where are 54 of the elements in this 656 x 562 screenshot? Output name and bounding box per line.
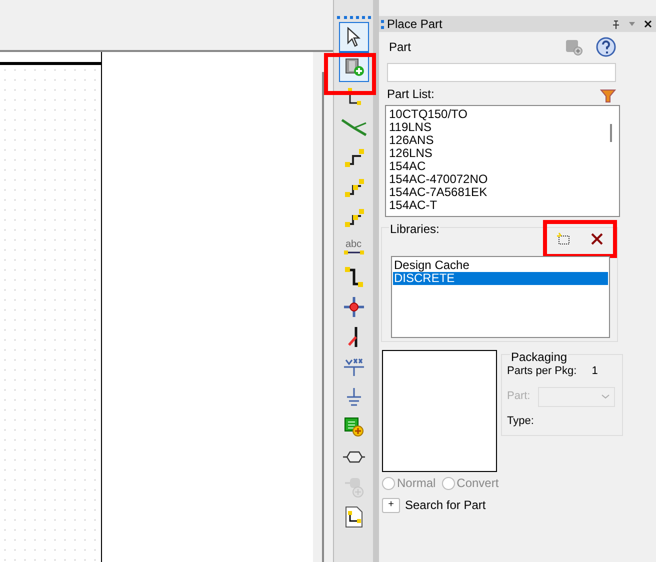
net-entry-icon <box>342 176 364 198</box>
parts-per-pkg-value: 1 <box>592 364 598 379</box>
parts-per-pkg-label: Parts per Pkg: <box>507 364 577 379</box>
new-library-icon[interactable] <box>556 232 570 246</box>
library-item[interactable]: DISCRETE <box>393 272 608 285</box>
scrollbar[interactable] <box>322 72 324 562</box>
scrollbar[interactable] <box>610 124 612 142</box>
net-entry-icon <box>342 146 364 168</box>
bus-icon <box>340 117 366 137</box>
library-list[interactable]: Design Cache DISCRETE <box>391 256 610 338</box>
part-item[interactable]: 154AC-T <box>389 199 603 212</box>
part-item[interactable]: 126ANS <box>389 134 603 147</box>
part-label: Part <box>389 39 412 56</box>
junction-icon <box>342 296 364 318</box>
chip-add-icon <box>342 57 364 77</box>
part-list[interactable]: 10CTQ150/TO 119LNS 126ANS 126LNS 154AC 154AC-470072NO 154AC-7A5681EK 154AC-T <box>385 105 620 217</box>
pin-icon[interactable] <box>612 20 620 28</box>
search-for-part-label: Search for Part <box>405 497 486 514</box>
ground-icon <box>346 387 362 407</box>
part-item[interactable]: 154AC-7A5681EK <box>389 186 603 199</box>
tool-button[interactable]: abc <box>338 232 368 262</box>
wire-icon <box>346 87 360 107</box>
part-search-field[interactable] <box>387 63 616 82</box>
block-add-icon <box>344 417 364 437</box>
tool-text: abc <box>345 240 362 250</box>
type-label: Type: <box>507 414 535 428</box>
no-connect-icon <box>346 326 360 348</box>
highlight-frame <box>324 53 376 95</box>
tool-button[interactable] <box>338 22 368 52</box>
pin-add-icon <box>344 476 364 498</box>
close-icon[interactable] <box>644 20 652 28</box>
help-icon[interactable] <box>596 37 616 57</box>
net-entry-icon <box>342 206 364 228</box>
page-wire-icon <box>344 506 364 528</box>
chevron-down-icon <box>601 394 610 399</box>
bent-wire-icon <box>344 267 362 287</box>
expand-button[interactable]: + <box>382 498 400 512</box>
part-label: Part: <box>507 389 532 404</box>
library-item[interactable]: Design Cache <box>393 259 608 272</box>
part-item[interactable]: 126LNS <box>389 147 603 160</box>
part-item[interactable]: 119LNS <box>389 121 603 134</box>
power-symbol-icon <box>342 357 364 377</box>
off-page-connector-icon <box>342 451 366 463</box>
pointer-icon <box>346 27 360 47</box>
grip-icon <box>381 20 384 28</box>
remove-icon[interactable] <box>590 232 604 246</box>
part-list-label: Part List: <box>387 86 436 103</box>
grip-icon <box>336 16 370 19</box>
panel-title: Place Part <box>387 16 444 33</box>
part-item[interactable]: 154AC <box>389 160 603 173</box>
part-item[interactable]: 10CTQ150/TO <box>389 108 603 121</box>
line-icon <box>344 250 364 254</box>
part-item[interactable]: 154AC-470072NO <box>389 173 603 186</box>
filter-icon[interactable] <box>600 89 616 103</box>
